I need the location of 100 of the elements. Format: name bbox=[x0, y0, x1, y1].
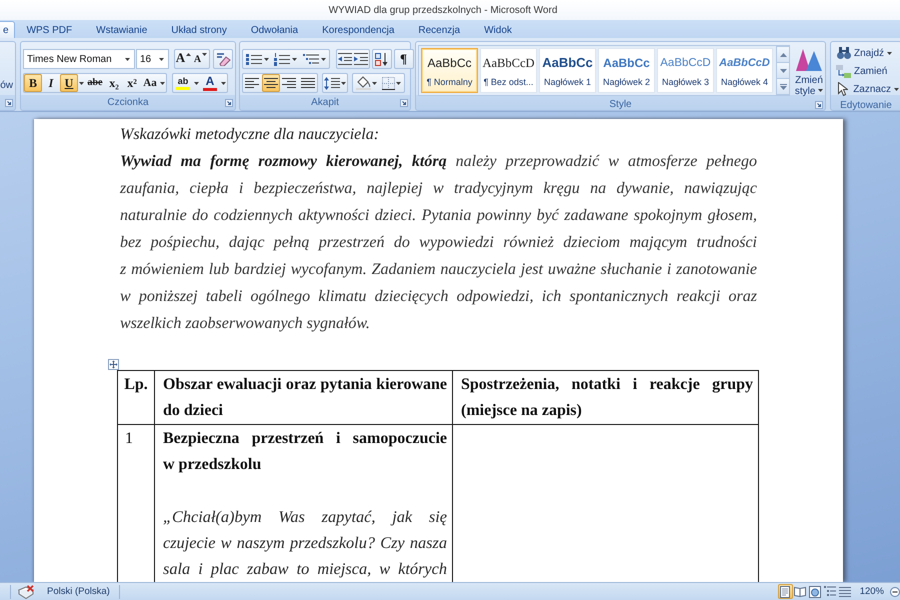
align-left-icon bbox=[245, 78, 260, 88]
caret-icon bbox=[159, 58, 164, 60]
style-item[interactable]: AaBbCc Nagłówek 1 bbox=[539, 48, 596, 93]
ribbon-tab[interactable]: Wstawianie bbox=[84, 21, 160, 38]
underline-button[interactable]: U bbox=[60, 74, 78, 92]
indent-icon bbox=[354, 53, 368, 65]
font-name-dropdown[interactable]: Times New Roman bbox=[23, 49, 135, 69]
scroll-up-button[interactable] bbox=[776, 46, 789, 63]
cursor-arrow-icon bbox=[838, 82, 848, 96]
borders-button[interactable] bbox=[379, 74, 404, 92]
outdent-icon bbox=[338, 53, 352, 65]
numbered-list-icon bbox=[274, 52, 290, 66]
show-marks-button[interactable]: ¶ bbox=[394, 50, 412, 68]
more-styles-button[interactable] bbox=[776, 78, 789, 95]
group-label: Akapit bbox=[311, 97, 339, 108]
style-item[interactable]: AaBbCc Nagłówek 2 bbox=[598, 48, 655, 93]
shading-button[interactable] bbox=[353, 74, 379, 92]
style-item[interactable]: AaBbCcD ¶ Bez odst... bbox=[480, 48, 537, 93]
bold-button[interactable]: B bbox=[24, 74, 42, 92]
caret-up-icon bbox=[186, 53, 192, 56]
draft-view-button[interactable] bbox=[838, 584, 853, 599]
book-cross-icon bbox=[18, 584, 34, 598]
select-button[interactable]: Zaznacz bbox=[836, 80, 899, 98]
bullet-list-icon bbox=[246, 52, 262, 66]
color-bar-icon bbox=[203, 88, 217, 90]
highlight-button[interactable]: ab bbox=[173, 74, 193, 92]
ribbon-tab[interactable]: Układ strony bbox=[159, 21, 239, 38]
line-spacing-icon bbox=[324, 76, 340, 90]
ribbon-tab[interactable]: Odwołania bbox=[238, 21, 310, 38]
binoculars-icon bbox=[836, 47, 850, 59]
caret-icon bbox=[221, 82, 226, 84]
ribbon-tab[interactable]: e bbox=[0, 21, 15, 38]
change-case-button[interactable]: Aa bbox=[141, 74, 159, 92]
column-header: Obszar ewaluacji oraz pytania kierowane do dzieci bbox=[154, 370, 452, 424]
decrease-indent-button[interactable] bbox=[336, 50, 352, 68]
shrink-font-button[interactable]: A bbox=[192, 50, 209, 68]
group-label: Style bbox=[609, 99, 632, 110]
ribbon-button[interactable]: ów bbox=[0, 80, 13, 92]
subscript-button[interactable]: x₂ bbox=[105, 74, 123, 92]
replace-button[interactable]: Zamień bbox=[836, 62, 899, 80]
increase-indent-button[interactable] bbox=[352, 50, 368, 68]
scroll-down-button[interactable] bbox=[776, 62, 789, 79]
question-text: „Chciał(a)bym Was zapytać, jak się czujecie w naszym przedszkolu? Czy nasza sala i plac zabaw to miejsca, w których bbox=[163, 506, 447, 580]
table-move-handle-icon[interactable] bbox=[108, 359, 119, 370]
reading-view-button[interactable] bbox=[792, 584, 808, 599]
window-title: WYWIAD dla grup przedszkolnych - Microsoft Word bbox=[328, 4, 558, 16]
style-item[interactable]: AaBbCcD Nagłówek 4 bbox=[716, 48, 773, 93]
dialog-launcher-icon[interactable] bbox=[225, 98, 233, 106]
grow-font-button[interactable]: A bbox=[175, 50, 192, 68]
change-styles-button[interactable]: Zmień style bbox=[793, 45, 825, 97]
caret-icon bbox=[320, 58, 326, 60]
print-layout-button[interactable] bbox=[778, 584, 793, 599]
multilevel-list-icon bbox=[302, 53, 319, 65]
caret-icon bbox=[818, 89, 824, 92]
superscript-button[interactable]: x² bbox=[123, 74, 141, 92]
dialog-launcher-icon[interactable] bbox=[5, 98, 13, 106]
language-button[interactable]: Polski (Polska) bbox=[47, 586, 110, 597]
justify-icon bbox=[300, 78, 315, 88]
zoom-out-button[interactable] bbox=[890, 586, 900, 596]
ribbon-tab[interactable]: Widok bbox=[472, 21, 524, 38]
expand-arrow-icon bbox=[780, 84, 786, 90]
page-icon bbox=[779, 586, 792, 598]
ribbon-tab[interactable]: Recenzja bbox=[406, 21, 472, 38]
italic-button[interactable]: I bbox=[42, 74, 60, 92]
column-header: Spostrzeżenia, notatki i reakcje grupy (miejsce na zapis) bbox=[452, 370, 758, 424]
numbered-list-button[interactable] bbox=[272, 50, 300, 68]
style-item[interactable]: AaBbCc ¶ Normalny bbox=[421, 48, 478, 93]
paragraph-heading: Wskazówki metodyczne dla nauczyciela: bbox=[120, 125, 380, 145]
font-size-dropdown[interactable]: 16 bbox=[136, 49, 169, 69]
align-right-icon bbox=[282, 78, 296, 88]
dialog-launcher-icon[interactable] bbox=[815, 100, 823, 108]
area-title: Bezpieczna przestrzeń i samopoczucie w przedszkolu bbox=[163, 429, 447, 475]
ribbon-tab[interactable]: WPS PDF bbox=[14, 21, 84, 38]
open-book-icon bbox=[794, 586, 806, 597]
web-layout-button[interactable] bbox=[808, 584, 823, 599]
font-color-button[interactable]: A bbox=[200, 74, 220, 92]
paint-bucket-icon bbox=[356, 76, 370, 90]
sort-icon bbox=[375, 52, 388, 66]
lines-icon bbox=[839, 586, 852, 596]
caret-icon bbox=[125, 58, 130, 60]
strikethrough-button[interactable]: abe bbox=[85, 74, 105, 92]
find-button[interactable]: Znajdź bbox=[836, 44, 899, 62]
minus-circle-icon bbox=[890, 586, 900, 596]
border-grid-icon bbox=[382, 76, 395, 90]
up-arrow-icon bbox=[780, 52, 786, 56]
caret-icon bbox=[341, 82, 346, 84]
zoom-level-button[interactable]: 120% bbox=[860, 586, 884, 597]
dialog-launcher-icon[interactable] bbox=[400, 98, 408, 106]
body-paragraph: Wywiad ma formę rozmowy kierowanej, którą należy przeprowadzić w atmosferze pełnego zaufania, ciepła i bezpieczeństwa, najlepiej w tradycyjnym kręgu na dywanie, nawiązując naturalnie do codziennych aktywności dzieci. Pytania powinny być zadawane spokojnym głosem, bez pośpiechu, dając pełną przestrzeń do wypowiedzi również dzieciom mającym trudności z mówieniem lub bardziej wycofanym. Zadaniem nauczyciela jest uważne słuchanie i zanotowanie w poniższej tabeli ogólnego klimatu dziecięcych odpowiedzi, ich spontanicznych reakcji oraz wszelkich zaobserwowanych sygnałów. bbox=[120, 152, 757, 334]
column-header: Lp. bbox=[118, 370, 154, 424]
proofing-button[interactable] bbox=[18, 584, 34, 598]
align-center-button[interactable] bbox=[262, 74, 280, 92]
ribbon-tab[interactable]: Korespondencja bbox=[310, 21, 406, 38]
caret-icon bbox=[264, 58, 269, 60]
caret-down-icon bbox=[202, 53, 208, 56]
outline-view-button[interactable] bbox=[822, 584, 838, 599]
style-item[interactable]: AaBbCcD Nagłówek 3 bbox=[657, 48, 714, 93]
color-bar-icon bbox=[176, 86, 190, 90]
caret-icon bbox=[194, 82, 199, 84]
replace-icon bbox=[836, 64, 851, 78]
